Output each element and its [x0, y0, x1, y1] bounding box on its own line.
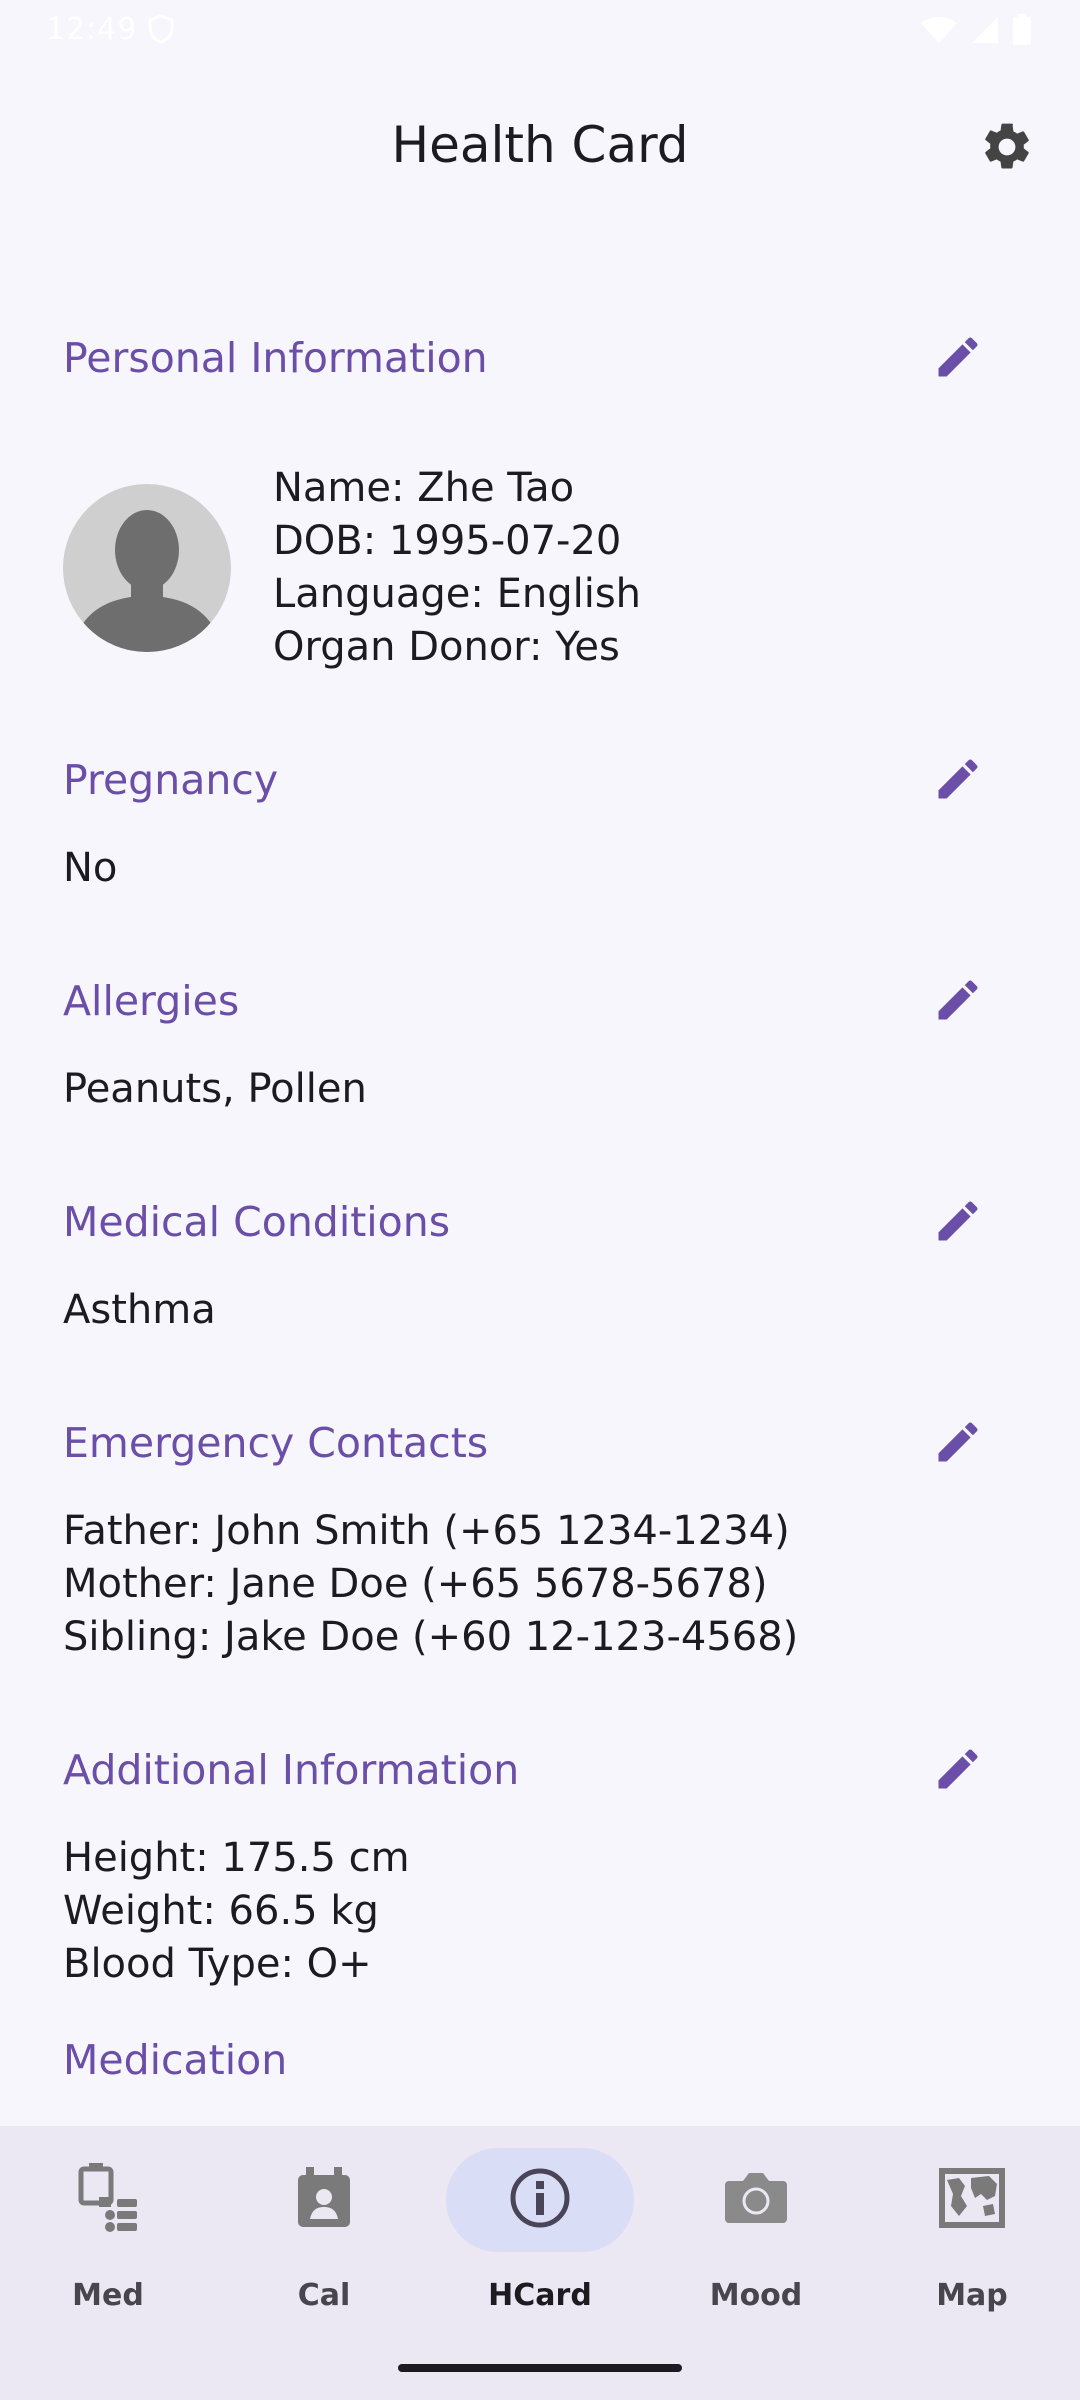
calendar-icon [296, 2167, 352, 2233]
status-bar: 12:49 [0, 0, 1080, 60]
nav-item-cal[interactable]: Cal [216, 2126, 432, 2356]
edit-allergies-button[interactable] [923, 967, 993, 1037]
pencil-icon [932, 974, 984, 1030]
section-title-pregnancy: Pregnancy [63, 756, 279, 804]
section-title-medication: Medication [63, 2036, 288, 2084]
additional-blood-type: Blood Type: O+ [63, 1941, 372, 1987]
gear-icon [979, 119, 1035, 179]
info-icon [509, 2167, 571, 2233]
additional-weight: Weight: 66.5 kg [63, 1888, 379, 1934]
page-title: Health Card [391, 116, 689, 174]
nav-label-cal: Cal [297, 2278, 351, 2313]
status-time: 12:49 [46, 12, 138, 47]
home-indicator[interactable] [398, 2364, 682, 2372]
pregnancy-text: No [63, 842, 117, 895]
section-conditions: Medical Conditions [63, 1182, 1023, 1262]
nav-icon-container [878, 2148, 1066, 2252]
conditions-value: Asthma [63, 1287, 216, 1333]
signal-icon [970, 15, 1000, 53]
shield-icon [148, 14, 174, 52]
contacts-text: Father: John Smith (+65 1234-1234) Mothe… [63, 1505, 798, 1664]
pencil-icon [932, 1195, 984, 1251]
pencil-icon [932, 1743, 984, 1799]
edit-conditions-button[interactable] [923, 1188, 993, 1258]
status-icons [920, 14, 1032, 54]
pencil-icon [932, 1416, 984, 1472]
nav-icon-container [230, 2148, 418, 2252]
contact-father: Father: John Smith (+65 1234-1234) [63, 1508, 790, 1554]
avatar [63, 484, 231, 652]
conditions-text: Asthma [63, 1284, 216, 1337]
nav-label-hcard: HCard [488, 2278, 592, 2313]
pregnancy-value: No [63, 845, 118, 891]
section-title-additional: Additional Information [63, 1746, 520, 1794]
personal-info-text: Name: Zhe Tao DOB: 1995-07-20 Language: … [273, 462, 641, 674]
section-title-personal: Personal Information [63, 334, 488, 382]
camera-icon [723, 2171, 789, 2229]
allergies-value: Peanuts, Pollen [63, 1066, 367, 1112]
nav-icon-container [446, 2148, 634, 2252]
nav-item-map[interactable]: Map [864, 2126, 1080, 2356]
section-contacts: Emergency Contacts [63, 1403, 1023, 1483]
nav-label-med: Med [72, 2278, 144, 2313]
section-medication: Medication [63, 2020, 1023, 2100]
additional-text: Height: 175.5 cm Weight: 66.5 kg Blood T… [63, 1832, 410, 1991]
additional-height: Height: 175.5 cm [63, 1835, 410, 1881]
nav-icon-container [662, 2148, 850, 2252]
bottom-navigation: Med Cal HCard Mood Map [0, 2126, 1080, 2400]
personal-language: Language: English [273, 571, 642, 617]
allergies-text: Peanuts, Pollen [63, 1063, 367, 1116]
section-title-conditions: Medical Conditions [63, 1198, 451, 1246]
battery-icon [1012, 14, 1032, 54]
edit-contacts-button[interactable] [923, 1409, 993, 1479]
edit-pregnancy-button[interactable] [923, 746, 993, 816]
personal-dob: DOB: 1995-07-20 [273, 518, 622, 564]
section-allergies: Allergies [63, 961, 1023, 1041]
section-pregnancy: Pregnancy [63, 740, 1023, 820]
medication-list-icon [77, 2163, 139, 2237]
section-title-allergies: Allergies [63, 977, 240, 1025]
contact-sibling: Sibling: Jake Doe (+60 12-123-4568) [63, 1614, 799, 1660]
pencil-icon [932, 331, 984, 387]
nav-label-mood: Mood [709, 2278, 803, 2313]
settings-button[interactable] [974, 116, 1040, 182]
wifi-icon [920, 15, 958, 53]
pencil-icon [932, 753, 984, 809]
section-additional: Additional Information [63, 1730, 1023, 1810]
section-personal: Personal Information [63, 318, 1023, 398]
edit-additional-button[interactable] [923, 1736, 993, 1806]
map-icon [937, 2166, 1007, 2234]
nav-item-med[interactable]: Med [0, 2126, 216, 2356]
contact-mother: Mother: Jane Doe (+65 5678-5678) [63, 1561, 768, 1607]
app-bar: Health Card [0, 90, 1080, 210]
nav-label-map: Map [936, 2278, 1008, 2313]
edit-personal-button[interactable] [923, 324, 993, 394]
nav-item-mood[interactable]: Mood [648, 2126, 864, 2356]
section-title-contacts: Emergency Contacts [63, 1419, 489, 1467]
personal-organ-donor: Organ Donor: Yes [273, 624, 620, 670]
nav-item-hcard[interactable]: HCard [432, 2126, 648, 2356]
personal-name: Name: Zhe Tao [273, 465, 575, 511]
nav-icon-container [14, 2148, 202, 2252]
